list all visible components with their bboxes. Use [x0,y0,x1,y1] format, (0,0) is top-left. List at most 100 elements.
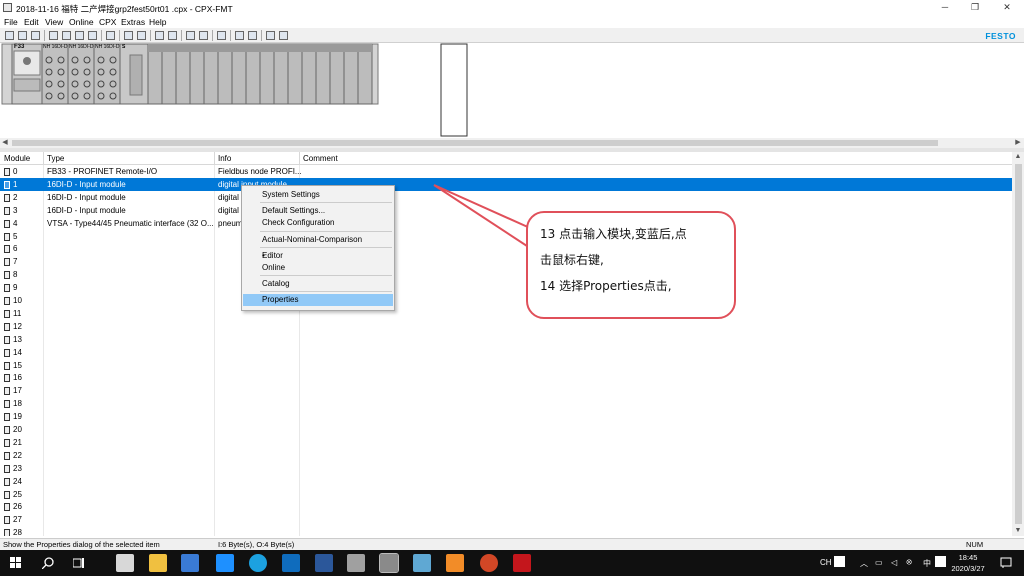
upload-icon[interactable] [186,31,195,40]
online-icon[interactable] [155,31,164,40]
save-icon[interactable] [31,31,40,40]
language-indicator[interactable]: CH [820,558,832,567]
download-icon[interactable] [199,31,208,40]
app-icon-blue[interactable] [181,554,199,572]
notifications-icon[interactable] [1000,557,1012,569]
ime-icon[interactable]: ꕕ [906,558,912,568]
copy-icon[interactable] [75,31,84,40]
skype-icon[interactable] [249,554,267,572]
table-row[interactable]: 27 [0,513,1012,526]
context-menu-item[interactable]: • Editor [243,250,393,262]
table-row[interactable]: 24 [0,475,1012,488]
input-method[interactable]: 中 [923,558,931,569]
task-view-icon[interactable] [73,557,85,569]
ime-mode-icon[interactable] [834,556,845,567]
scroll-right-icon[interactable]: ▶ [1013,138,1023,148]
cut-icon[interactable] [62,31,71,40]
column-type[interactable]: Type [47,154,64,163]
scroll-left-icon[interactable]: ◀ [0,138,10,148]
outlook-icon[interactable] [282,554,300,572]
module-icon[interactable] [124,31,133,40]
vertical-scroll-thumb[interactable] [1015,164,1022,524]
table-row[interactable]: 17 [0,384,1012,397]
network-icon[interactable]: ▭ [875,558,883,567]
delete-icon[interactable] [49,31,58,40]
horizontal-scroll-thumb[interactable] [12,140,938,146]
context-menu-item[interactable]: Check Configuration [243,217,393,229]
horizontal-scrollbar[interactable]: ◀ ▶ [0,138,1024,148]
table-row[interactable]: 13 [0,333,1012,346]
table-row[interactable]: 12 [0,320,1012,333]
menu-edit[interactable]: Edit [24,17,39,27]
diagnosis-icon[interactable] [217,31,226,40]
menu-view[interactable]: View [45,17,63,27]
minimize-button[interactable]: ─ [938,2,952,13]
close-button[interactable]: ✕ [1000,2,1014,13]
table-row[interactable]: 20 [0,423,1012,436]
column-info[interactable]: Info [218,154,231,163]
menu-online[interactable]: Online [69,17,94,27]
table-row[interactable]: 28 [0,526,1012,536]
volume-icon[interactable]: ◁ [891,558,897,567]
table-row[interactable]: 22 [0,449,1012,462]
pdf-reader-icon[interactable] [513,554,531,572]
properties-icon[interactable] [106,31,115,40]
menu-file[interactable]: File [4,17,18,27]
context-menu-item[interactable]: Actual-Nominal-Comparison [243,234,393,246]
table-row[interactable]: 18 [0,397,1012,410]
cpx-fmt-taskbar-icon[interactable] [379,553,399,573]
table-row[interactable]: 25 [0,488,1012,501]
table-row[interactable]: 10 [0,294,1012,307]
table-row[interactable]: 26 [0,500,1012,513]
word-icon[interactable] [315,554,333,572]
table-row[interactable]: 14 [0,346,1012,359]
print-preview-icon[interactable] [248,31,257,40]
context-menu-item[interactable]: Properties [243,294,393,307]
powerpoint-icon[interactable] [480,554,498,572]
help-icon[interactable] [266,31,275,40]
system-clock[interactable]: 18:45 2020/3/27 [946,552,990,574]
context-menu-item[interactable]: Default Settings... [243,205,393,217]
table-row[interactable]: 8 [0,268,1012,281]
table-row[interactable]: 16 [0,371,1012,384]
print-icon[interactable] [235,31,244,40]
search-icon[interactable] [42,557,54,569]
context-help-icon[interactable] [279,31,288,40]
app-icon-teal[interactable] [413,554,431,572]
offline-icon[interactable] [168,31,177,40]
festo-logo: FESTO [985,31,1016,41]
cell-module: 2 [13,192,18,202]
column-module[interactable]: Module [4,154,30,163]
cpx-terminal-graphic[interactable] [0,43,1024,138]
table-row[interactable]: 23 [0,462,1012,475]
internet-explorer-icon[interactable] [216,554,234,572]
vlc-icon[interactable] [446,554,464,572]
table-row[interactable]: 19 [0,410,1012,423]
catalog-icon[interactable] [137,31,146,40]
file-explorer-icon[interactable] [149,554,167,572]
scroll-down-icon[interactable]: ▼ [1012,526,1024,536]
tray-up-icon[interactable]: ︿ [860,558,868,569]
windows-start-icon[interactable] [10,557,22,569]
calculator-icon[interactable] [116,554,134,572]
table-row[interactable]: 21 [0,436,1012,449]
app-icon-gray[interactable] [347,554,365,572]
context-menu-item[interactable]: Online [243,262,393,274]
new-file-icon[interactable] [5,31,14,40]
context-menu-item[interactable]: Catalog [243,278,393,290]
table-row[interactable]: 11 [0,307,1012,320]
maximize-button[interactable]: ❐ [968,2,982,13]
menu-extras[interactable]: Extras [121,17,145,27]
vertical-scrollbar[interactable]: ▲ ▼ [1012,152,1024,536]
column-comment[interactable]: Comment [303,154,338,163]
scroll-up-icon[interactable]: ▲ [1012,152,1024,162]
open-file-icon[interactable] [18,31,27,40]
table-row[interactable]: 15 [0,359,1012,372]
paste-icon[interactable] [88,31,97,40]
table-row[interactable]: 9 [0,281,1012,294]
table-row[interactable]: 0 FB33 - PROFINET Remote-I/O Fieldbus node… [0,165,1012,178]
context-menu-item[interactable]: System Settings [243,189,393,201]
ime-m-icon[interactable] [935,556,946,567]
menu-cpx[interactable]: CPX [99,17,116,27]
menu-help[interactable]: Help [149,17,166,27]
